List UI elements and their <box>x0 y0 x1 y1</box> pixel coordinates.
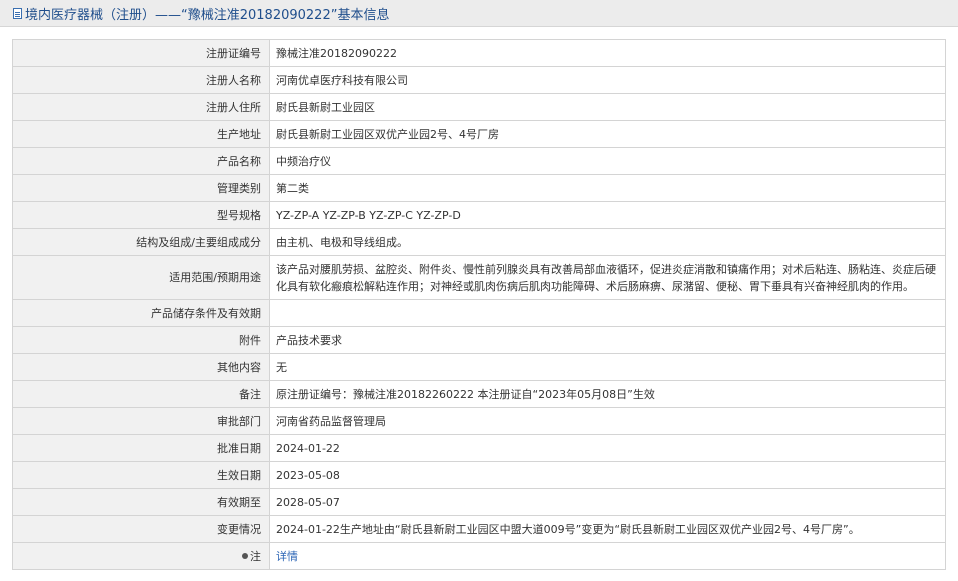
pin-icon <box>242 552 248 559</box>
table-row: 管理类别 第二类 <box>12 174 946 202</box>
page-title: 境内医疗器械（注册）——“豫械注准20182090222”基本信息 <box>25 7 390 23</box>
table-row: 注册人住所 尉氏县新尉工业园区 <box>12 93 946 121</box>
table-row: 变更情况 2024-01-22生产地址由“尉氏县新尉工业园区中盟大道009号”变… <box>12 515 946 543</box>
table-row: 附件 产品技术要求 <box>12 326 946 354</box>
row-label: 型号规格 <box>12 201 270 229</box>
row-value: 2028-05-07 <box>269 488 946 516</box>
row-value: YZ-ZP-A YZ-ZP-B YZ-ZP-C YZ-ZP-D <box>269 201 946 229</box>
row-value <box>269 299 946 327</box>
info-table: 注册证编号 豫械注准20182090222 注册人名称 河南优卓医疗科技有限公司… <box>12 39 946 570</box>
row-value: 由主机、电极和导线组成。 <box>269 228 946 256</box>
table-row: 生效日期 2023-05-08 <box>12 461 946 489</box>
row-value: 中频治疗仪 <box>269 147 946 175</box>
table-row: 适用范围/预期用途 该产品对腰肌劳损、盆腔炎、附件炎、慢性前列腺炎具有改善局部血… <box>12 255 946 300</box>
row-value: 2024-01-22 <box>269 434 946 462</box>
row-value: 尉氏县新尉工业园区 <box>269 93 946 121</box>
row-value: 产品技术要求 <box>269 326 946 354</box>
details-link[interactable]: 详情 <box>276 550 298 563</box>
table-row: 生产地址 尉氏县新尉工业园区双优产业园2号、4号厂房 <box>12 120 946 148</box>
note-label: 注 <box>250 549 261 563</box>
table-row: 批准日期 2024-01-22 <box>12 434 946 462</box>
row-label: 生效日期 <box>12 461 270 489</box>
row-label: 有效期至 <box>12 488 270 516</box>
row-value: 原注册证编号：豫械注准20182260222 本注册证自“2023年05月08日… <box>269 380 946 408</box>
row-label: 产品名称 <box>12 147 270 175</box>
row-label: 注册人住所 <box>12 93 270 121</box>
page-header: 境内医疗器械（注册）——“豫械注准20182090222”基本信息 <box>0 0 958 27</box>
row-label: 适用范围/预期用途 <box>12 255 270 300</box>
row-value: 河南省药品监督管理局 <box>269 407 946 435</box>
row-value: 该产品对腰肌劳损、盆腔炎、附件炎、慢性前列腺炎具有改善局部血液循环，促进炎症消散… <box>269 255 946 300</box>
row-label: 生产地址 <box>12 120 270 148</box>
note-label-cell: 注 <box>12 542 270 570</box>
table-row: 备注 原注册证编号：豫械注准20182260222 本注册证自“2023年05月… <box>12 380 946 408</box>
row-label: 注册证编号 <box>12 39 270 67</box>
row-label: 审批部门 <box>12 407 270 435</box>
row-value: 2023-05-08 <box>269 461 946 489</box>
document-icon <box>13 7 22 19</box>
table-row: 注册证编号 豫械注准20182090222 <box>12 39 946 67</box>
table-row: 型号规格 YZ-ZP-A YZ-ZP-B YZ-ZP-C YZ-ZP-D <box>12 201 946 229</box>
table-row: 产品名称 中频治疗仪 <box>12 147 946 175</box>
row-label: 结构及组成/主要组成成分 <box>12 228 270 256</box>
row-value: 无 <box>269 353 946 381</box>
row-label: 注册人名称 <box>12 66 270 94</box>
row-label: 管理类别 <box>12 174 270 202</box>
row-value: 豫械注准20182090222 <box>269 39 946 67</box>
row-value: 河南优卓医疗科技有限公司 <box>269 66 946 94</box>
row-value: 2024-01-22生产地址由“尉氏县新尉工业园区中盟大道009号”变更为“尉氏… <box>269 515 946 543</box>
row-label: 其他内容 <box>12 353 270 381</box>
row-label: 备注 <box>12 380 270 408</box>
note-value-cell: 详情 <box>269 542 946 570</box>
table-row: 结构及组成/主要组成成分 由主机、电极和导线组成。 <box>12 228 946 256</box>
table-row: 其他内容 无 <box>12 353 946 381</box>
table-row: 有效期至 2028-05-07 <box>12 488 946 516</box>
row-value: 第二类 <box>269 174 946 202</box>
table-row: 注册人名称 河南优卓医疗科技有限公司 <box>12 66 946 94</box>
row-value: 尉氏县新尉工业园区双优产业园2号、4号厂房 <box>269 120 946 148</box>
table-row: 审批部门 河南省药品监督管理局 <box>12 407 946 435</box>
row-label: 变更情况 <box>12 515 270 543</box>
table-row-note: 注 详情 <box>12 542 946 570</box>
row-label: 附件 <box>12 326 270 354</box>
row-label: 批准日期 <box>12 434 270 462</box>
table-row: 产品储存条件及有效期 <box>12 299 946 327</box>
row-label: 产品储存条件及有效期 <box>12 299 270 327</box>
